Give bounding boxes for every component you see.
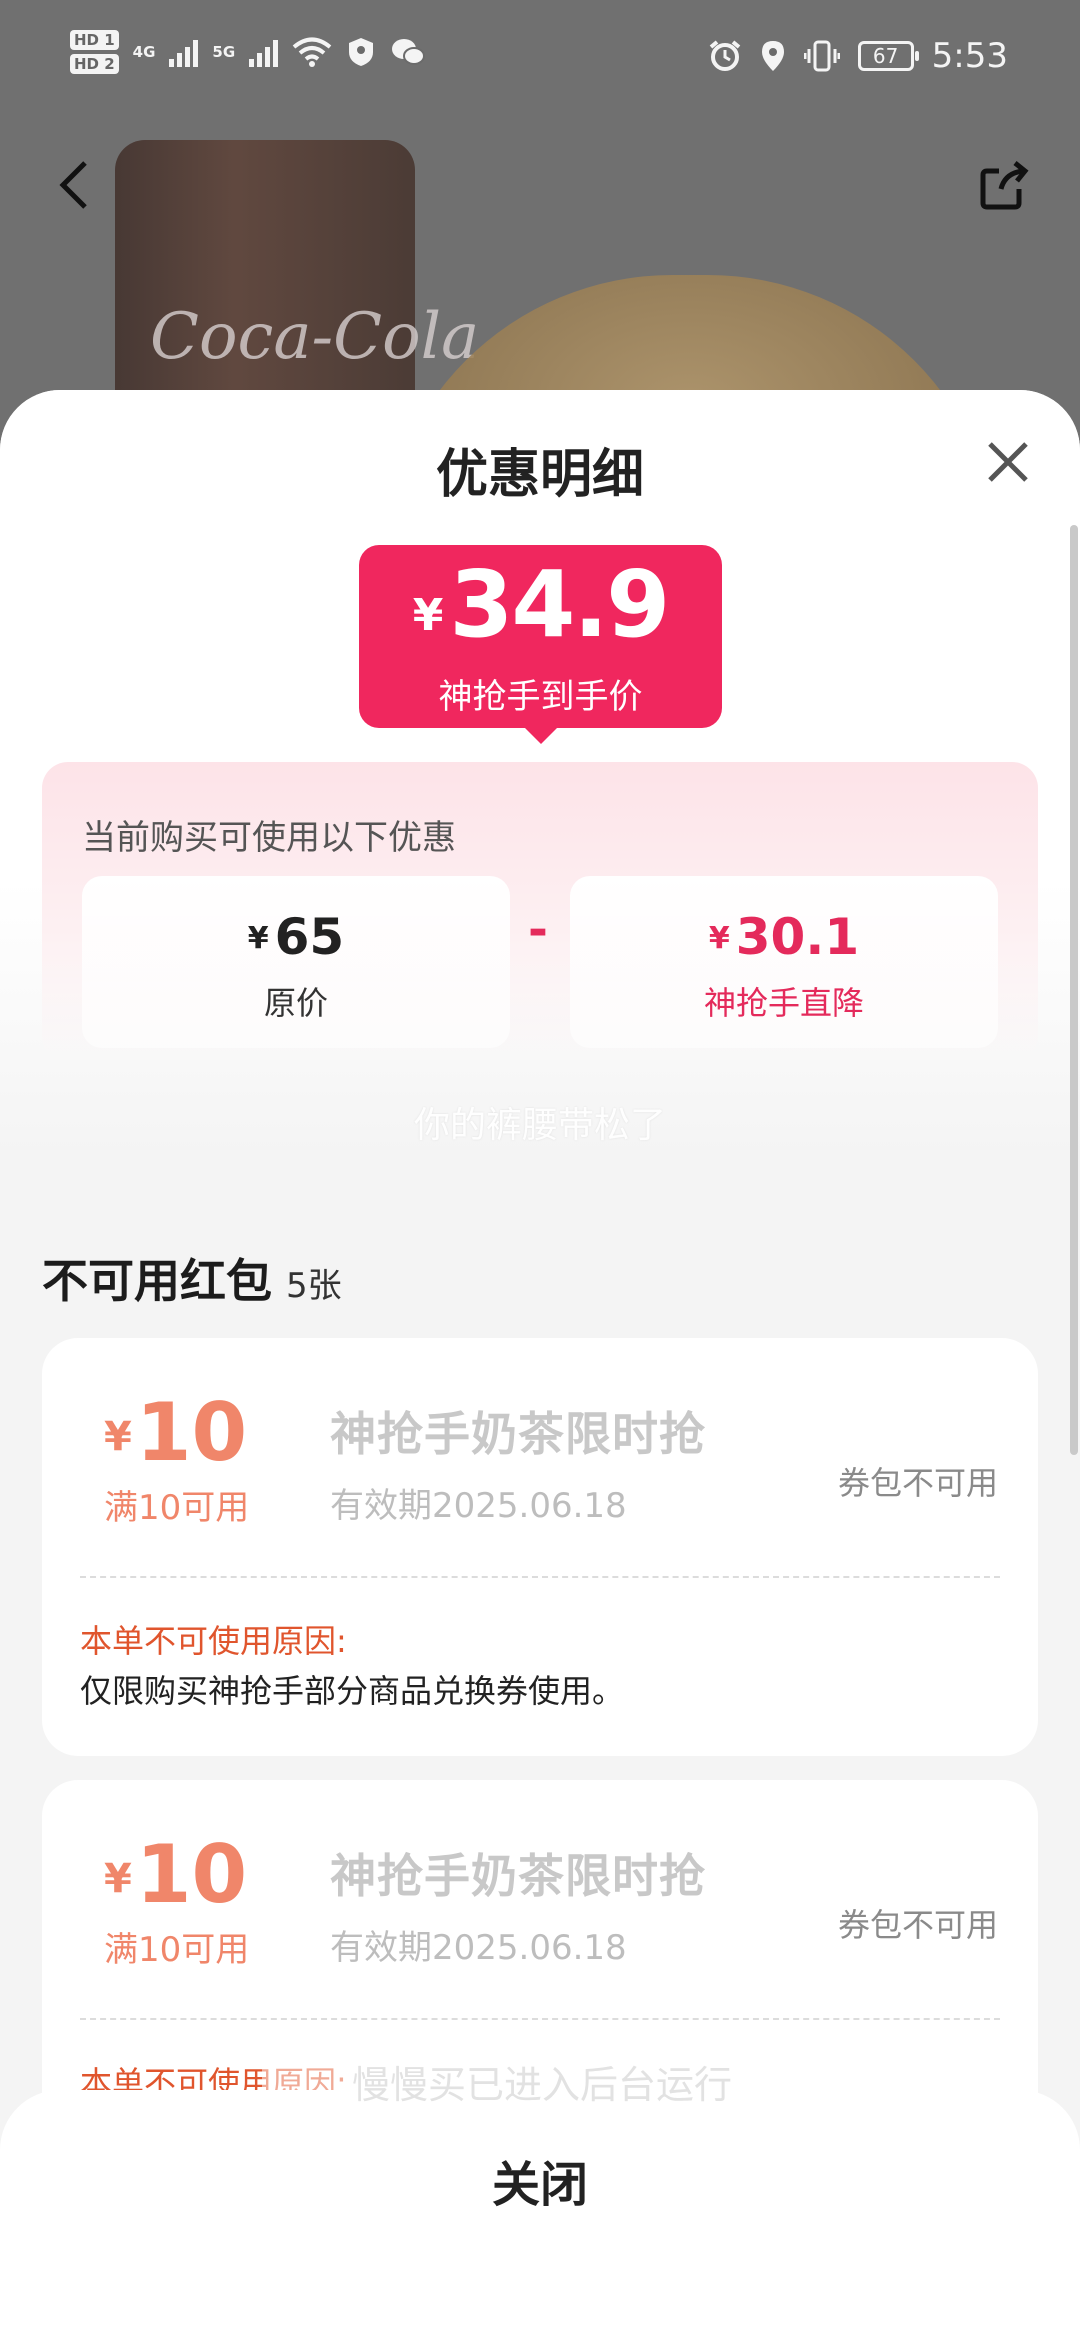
coupon-reason-text: 仅限购买神抢手部分商品兑换券使用。 [80, 1672, 625, 1710]
location-icon [761, 41, 784, 71]
status-left: HD 1 HD 2 4G 5G [70, 30, 426, 74]
discount-detail-sheet: 优惠明细 ¥34.9 神抢手到手价 当前购买可使用以下优惠 ¥65 原价 - ¥… [0, 390, 1080, 2340]
reduction-currency: ¥ [708, 921, 730, 956]
network-type-2: 5G [212, 43, 236, 61]
coupon-status: 券包不可用 [837, 1464, 998, 1502]
final-price-currency: ¥ [412, 590, 444, 641]
coupon-name: 神抢手奶茶限时抢 [330, 1407, 706, 1461]
original-price-label: 原价 [263, 984, 328, 1022]
coupon-condition: 满10可用 [104, 1930, 250, 1970]
hd2-badge: HD 2 [70, 54, 119, 74]
sheet-header: 优惠明细 [0, 390, 1080, 540]
final-price-label: 神抢手到手价 [438, 677, 643, 717]
coupon-amount-block: ¥10 满10可用 [104, 1386, 250, 1529]
original-price-value: 65 [274, 908, 345, 966]
wifi-icon [292, 37, 332, 67]
final-price-value: 34.9 [449, 551, 670, 658]
wechat-icon [392, 39, 426, 65]
coupon-currency: ¥ [104, 1856, 132, 1902]
discount-section-title: 当前购买可使用以下优惠 [82, 818, 456, 858]
share-icon [980, 161, 1029, 210]
share-button[interactable] [970, 150, 1040, 220]
shield-icon [349, 38, 374, 66]
discount-breakdown-card: 当前购买可使用以下优惠 ¥65 原价 - ¥30.1 神抢手直降 [42, 762, 1038, 1062]
coupon-condition: 满10可用 [104, 1488, 250, 1528]
original-price-currency: ¥ [247, 921, 269, 956]
status-bar: HD 1 HD 2 4G 5G 67 5:53 [0, 0, 1080, 120]
coupon-status: 券包不可用 [837, 1906, 998, 1944]
hd1-badge: HD 1 [70, 30, 119, 50]
unavailable-section-header: 不可用红包 5张 [42, 1245, 342, 1311]
final-price-badge: ¥34.9 神抢手到手价 [359, 545, 722, 744]
coupon-divider [80, 1576, 1000, 1578]
chevron-left-icon [59, 161, 87, 209]
sheet-title: 优惠明细 [435, 445, 644, 505]
signal-1-icon [169, 37, 199, 67]
unavailable-section-title: 不可用红包 [42, 1254, 272, 1308]
back-button[interactable] [40, 150, 110, 220]
background-running-toast: 慢慢买已进入后台运行 [262, 2020, 822, 2150]
unavailable-count: 5张 [286, 1266, 342, 1306]
status-right: 67 5:53 [708, 36, 1008, 76]
coupon-reason-title: 本单不可使用原因: [80, 1622, 347, 1660]
cola-brand-text: Coca-Cola [150, 300, 480, 374]
coupon-expiry: 有效期2025.06.18 [330, 1486, 627, 1526]
coupon-amount: 10 [135, 1386, 248, 1479]
vibrate-icon [803, 40, 840, 72]
reduction-label: 神抢手直降 [703, 984, 864, 1022]
battery-icon: 67 [857, 41, 919, 71]
reduction-value: 30.1 [735, 908, 860, 966]
network-type-1: 4G [132, 43, 156, 61]
coupon-currency: ¥ [104, 1414, 132, 1460]
coupon-card[interactable]: ¥10 满10可用 神抢手奶茶限时抢 有效期2025.06.18 券包不可用 本… [42, 1338, 1038, 1756]
faded-toast-message: 你的裤腰带松了 [413, 1105, 666, 1146]
hd-badges: HD 1 HD 2 [70, 30, 119, 74]
alarm-icon [709, 40, 740, 71]
close-icon-button[interactable] [978, 432, 1038, 492]
coupon-amount-block: ¥10 满10可用 [104, 1828, 250, 1971]
clock: 5:53 [931, 36, 1008, 76]
original-price-item: ¥65 原价 [82, 876, 510, 1048]
coupon-name: 神抢手奶茶限时抢 [330, 1849, 706, 1903]
minus-operator: - [528, 902, 548, 958]
close-icon [988, 442, 1028, 482]
coupon-expiry: 有效期2025.06.18 [330, 1928, 627, 1968]
coupon-amount: 10 [135, 1828, 248, 1921]
signal-2-icon [249, 37, 279, 67]
direct-reduction-item: ¥30.1 神抢手直降 [570, 876, 998, 1048]
scrollbar[interactable] [1070, 525, 1078, 1455]
